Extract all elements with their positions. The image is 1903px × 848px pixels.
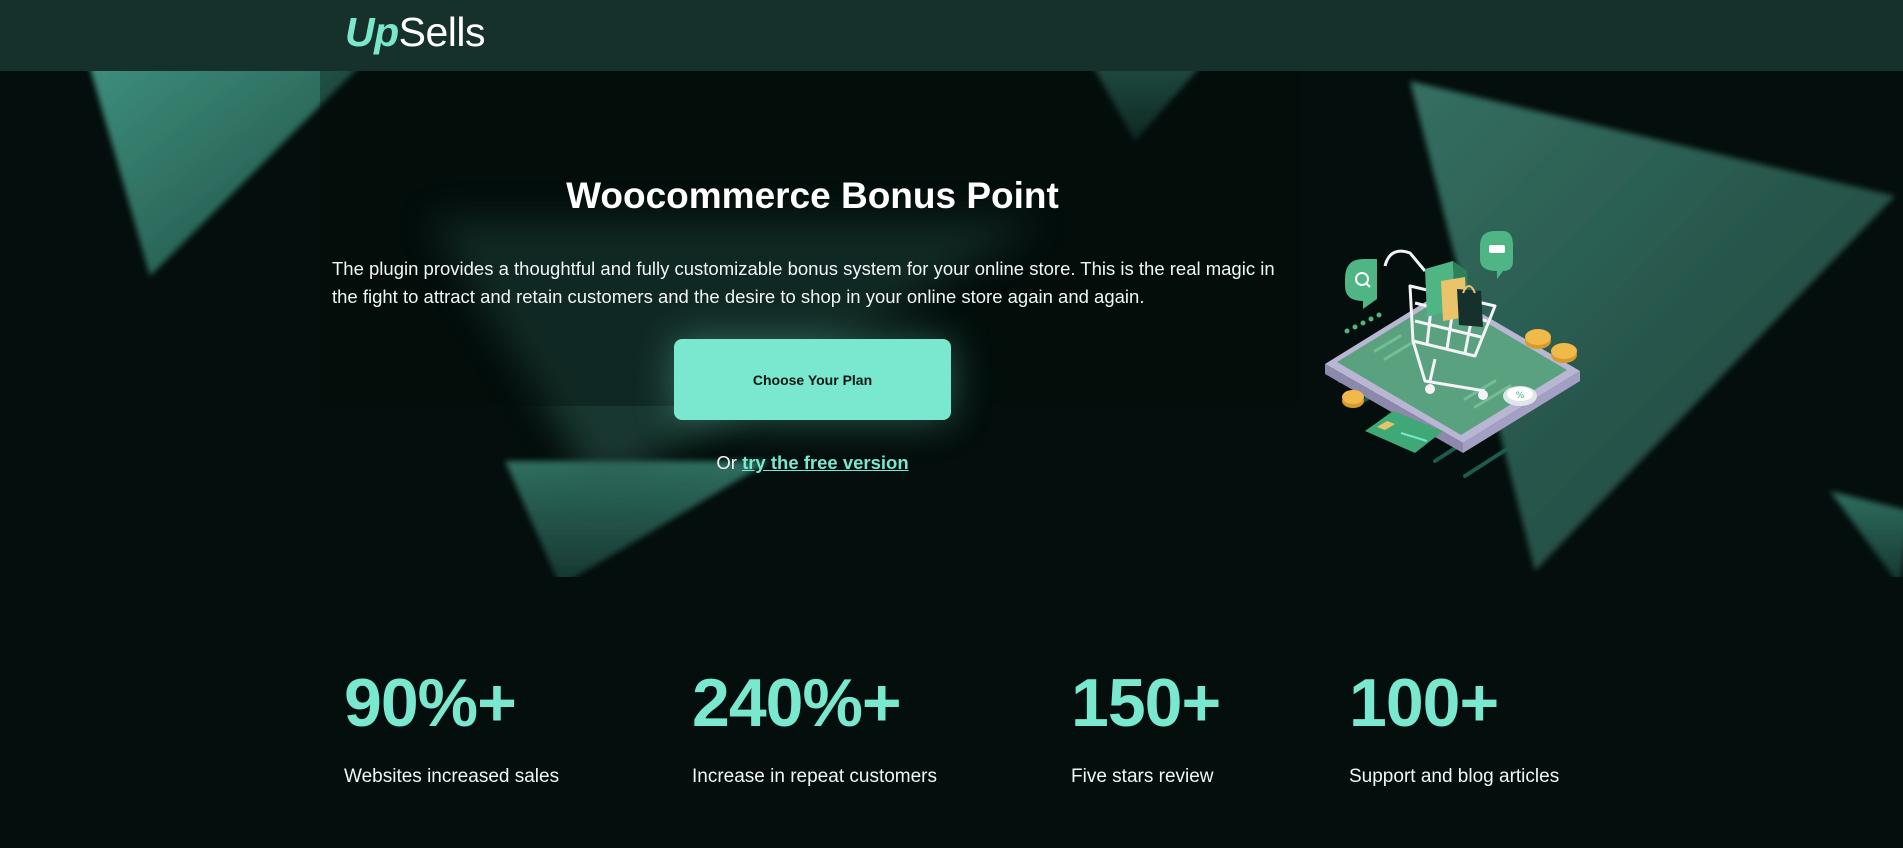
stat-websites-increased-sales: 90%+ Websites increased sales [344,663,559,789]
choose-your-plan-button[interactable]: Choose Your Plan [674,339,951,420]
stat-label: Support and blog articles [1349,766,1560,787]
bg-triangle [1830,491,1903,577]
free-version-line: Or try the free version [674,451,951,475]
stat-value: 90%+ [344,665,517,741]
stat-label: Increase in repeat customers [692,766,938,787]
discount-badge-icon: % [1503,386,1537,406]
hero-title: Woocommerce Bonus Point [566,175,1059,216]
hero-background-triangles [90,71,1903,577]
search-bubble-icon [1345,259,1377,309]
stat-label: Websites increased sales [344,766,560,787]
free-version-prefix: Or [716,452,737,473]
stat-repeat-customers: 240%+ Increase in repeat customers [692,663,937,789]
stat-value: 240%+ [692,665,902,741]
stat-label: Five stars review [1071,766,1214,787]
logo-up-text: Up [345,9,399,55]
stat-value: 100+ [1349,665,1499,741]
stat-five-stars-review: 150+ Five stars review [1071,663,1221,789]
bg-triangle [505,461,770,577]
chat-bubble-icon [1480,231,1513,279]
hero-description: The plugin provides a thoughtful and ful… [332,258,1275,307]
rating-stars-icon [1344,312,1382,334]
top-navigation-bar: UpSells [0,0,1903,71]
stat-support-blog-articles: 100+ Support and blog articles [1349,663,1559,789]
svg-text:%: % [1516,391,1525,401]
stat-value: 150+ [1071,665,1221,741]
upsells-logo[interactable]: UpSells [345,8,486,56]
hero-section: Woocommerce Bonus Point The plugin provi… [0,71,1903,577]
logo-sells-text: Sells [398,9,486,55]
free-version-link[interactable]: try the free version [742,452,909,473]
shopping-cart-smartphone-illustration: % [1325,231,1580,478]
